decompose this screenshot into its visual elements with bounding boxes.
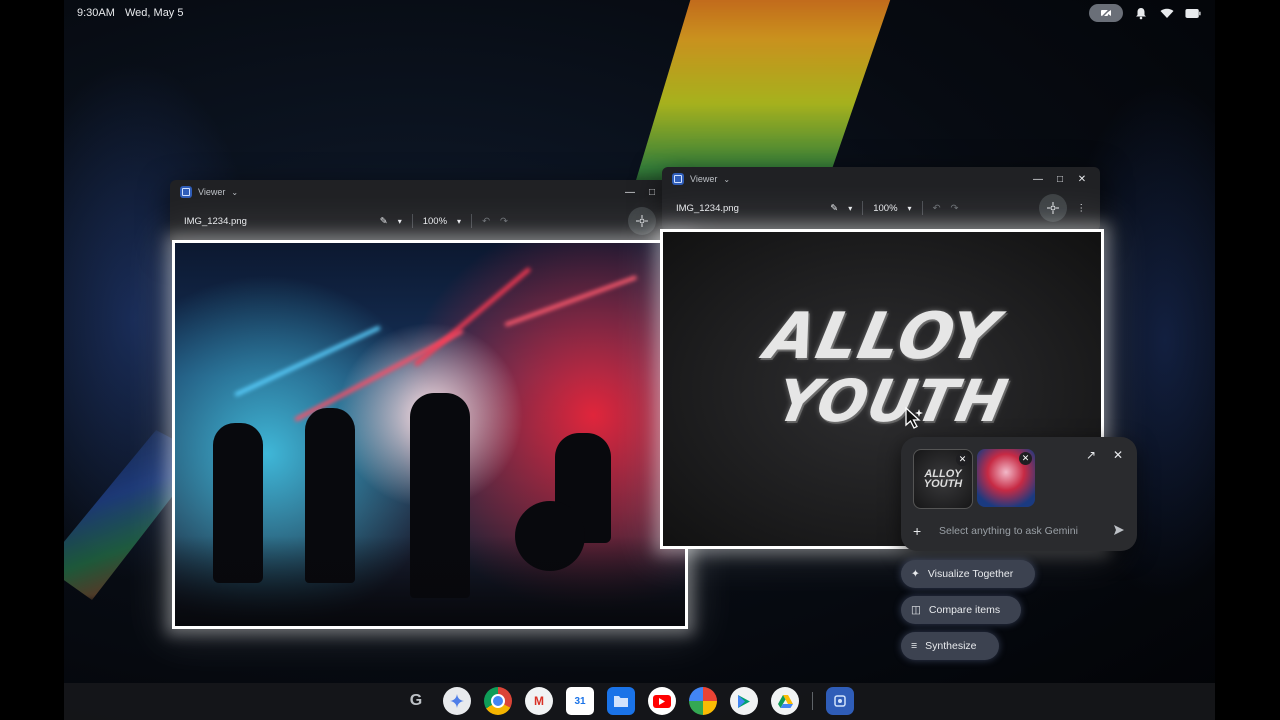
shelf-divider xyxy=(812,692,813,710)
redo-icon[interactable]: ↷ xyxy=(951,203,959,214)
gemini-prompt-row: + Select anything to ask Gemini xyxy=(913,523,1125,539)
gmail-icon[interactable]: M xyxy=(525,687,553,715)
desktop: 9:30AM Wed, May 5 Viewer ⌄ — □ IMG_1234.… xyxy=(64,0,1215,720)
chevron-down-icon[interactable]: ▾ xyxy=(848,204,852,213)
gemini-select-icon[interactable] xyxy=(1038,194,1067,222)
suggestion-label: Synthesize xyxy=(925,640,977,652)
window-app-name: Viewer xyxy=(690,174,718,184)
play-store-icon[interactable] xyxy=(730,687,758,715)
viewer-app-shelf-icon[interactable] xyxy=(826,687,854,715)
screen-record-icon[interactable] xyxy=(1089,4,1123,22)
gemini-app-icon[interactable] xyxy=(443,687,471,715)
gemini-panel: ALLOY YOUTH ✕ ✕ ↗ ✕ + Select anything to … xyxy=(901,437,1137,551)
compare-icon: ◫ xyxy=(911,604,921,616)
letterbox-left xyxy=(0,0,64,720)
close-icon[interactable]: ✕ xyxy=(1110,447,1126,463)
youtube-icon[interactable] xyxy=(648,687,676,715)
drive-icon[interactable] xyxy=(771,687,799,715)
toolbar-divider xyxy=(862,201,864,215)
sparkle-icon: ✦ xyxy=(911,568,920,580)
window-app-name: Viewer xyxy=(198,187,226,197)
send-icon[interactable] xyxy=(1113,524,1125,539)
synthesize-button[interactable]: ≡ Synthesize xyxy=(901,632,999,660)
viewer-window-1[interactable]: Viewer ⌄ — □ IMG_1234.png ✎ ▾ 100% ▾ ↶ ↷ xyxy=(170,180,670,244)
remove-item-icon[interactable]: ✕ xyxy=(956,453,969,466)
toolbar-divider xyxy=(471,214,473,228)
zoom-level[interactable]: 100% xyxy=(873,203,897,214)
artwork-logo-line1: ALLOY xyxy=(759,300,1005,374)
stage-floor xyxy=(175,536,685,626)
mouse-cursor-icon xyxy=(904,406,926,435)
wifi-icon[interactable] xyxy=(1159,5,1175,21)
suggestion-label: Compare items xyxy=(928,604,1001,616)
gemini-prompt-input[interactable]: Select anything to ask Gemini xyxy=(939,525,1101,537)
toolbar-divider xyxy=(411,214,413,228)
shelf-apps: G M 31 xyxy=(402,687,854,715)
suggestion-label: Visualize Together xyxy=(927,568,1014,580)
synthesize-icon: ≡ xyxy=(911,640,918,652)
status-date[interactable]: Wed, May 5 xyxy=(125,7,184,19)
window-titlebar[interactable]: Viewer ⌄ — □ xyxy=(170,180,670,204)
battery-icon[interactable] xyxy=(1185,5,1201,21)
status-bar: 9:30AM Wed, May 5 xyxy=(64,0,1215,26)
status-time[interactable]: 9:30AM xyxy=(77,7,115,19)
google-search-icon[interactable]: G xyxy=(402,687,430,715)
minimize-button[interactable]: — xyxy=(1030,171,1046,187)
selected-item-artwork[interactable]: ALLOY YOUTH ✕ xyxy=(913,449,973,509)
artwork-logo-line2: YOUTH xyxy=(770,367,1014,435)
calendar-icon[interactable]: 31 xyxy=(566,687,594,715)
selected-item-concert-photo[interactable]: ✕ xyxy=(977,449,1035,507)
photos-icon[interactable] xyxy=(689,687,717,715)
chrome-icon[interactable] xyxy=(484,687,512,715)
zoom-level[interactable]: 100% xyxy=(423,216,447,227)
letterbox-right xyxy=(1215,0,1280,720)
chevron-down-icon[interactable]: ⌄ xyxy=(231,188,238,197)
chevron-down-icon[interactable]: ▾ xyxy=(398,217,402,226)
more-options-icon[interactable]: ⋮ xyxy=(1077,203,1087,214)
chevron-down-icon[interactable]: ▾ xyxy=(908,204,912,213)
undo-icon[interactable]: ↶ xyxy=(933,203,941,214)
add-icon[interactable]: + xyxy=(913,523,927,539)
maximize-button[interactable]: □ xyxy=(1052,171,1068,187)
edit-pencil-icon[interactable]: ✎ xyxy=(830,203,838,214)
viewer-toolbar: IMG_1234.png ✎ ▾ 100% ▾ ↶ ↷ xyxy=(170,204,670,238)
expand-icon[interactable]: ↗ xyxy=(1083,447,1099,463)
remove-item-icon[interactable]: ✕ xyxy=(1019,452,1032,465)
files-icon[interactable] xyxy=(607,687,635,715)
system-tray[interactable] xyxy=(1089,4,1201,22)
maximize-button[interactable]: □ xyxy=(644,184,660,200)
notifications-off-icon[interactable] xyxy=(1133,5,1149,21)
toolbar-divider xyxy=(921,201,923,215)
gemini-select-icon[interactable] xyxy=(628,207,656,235)
visualize-together-button[interactable]: ✦ Visualize Together xyxy=(901,560,1035,588)
viewer-window-2[interactable]: Viewer ⌄ — □ ✕ IMG_1234.png ✎ ▾ 100% ▾ ↶… xyxy=(662,167,1100,231)
redo-icon[interactable]: ↷ xyxy=(500,216,508,227)
undo-icon[interactable]: ↶ xyxy=(482,216,490,227)
concert-photo[interactable] xyxy=(172,240,688,629)
chevron-down-icon[interactable]: ⌄ xyxy=(723,175,730,184)
chevron-down-icon[interactable]: ▾ xyxy=(457,217,461,226)
edit-pencil-icon[interactable]: ✎ xyxy=(380,216,388,227)
viewer-app-icon xyxy=(672,173,684,185)
file-name: IMG_1234.png xyxy=(676,202,739,214)
shelf: G M 31 xyxy=(64,683,1215,720)
file-name: IMG_1234.png xyxy=(184,215,247,227)
window-titlebar[interactable]: Viewer ⌄ — □ ✕ xyxy=(662,167,1100,191)
viewer-toolbar: IMG_1234.png ✎ ▾ 100% ▾ ↶ ↷ ⋮ xyxy=(662,191,1100,225)
compare-items-button[interactable]: ◫ Compare items xyxy=(901,596,1021,624)
minimize-button[interactable]: — xyxy=(622,184,638,200)
close-button[interactable]: ✕ xyxy=(1074,171,1090,187)
viewer-app-icon xyxy=(180,186,192,198)
